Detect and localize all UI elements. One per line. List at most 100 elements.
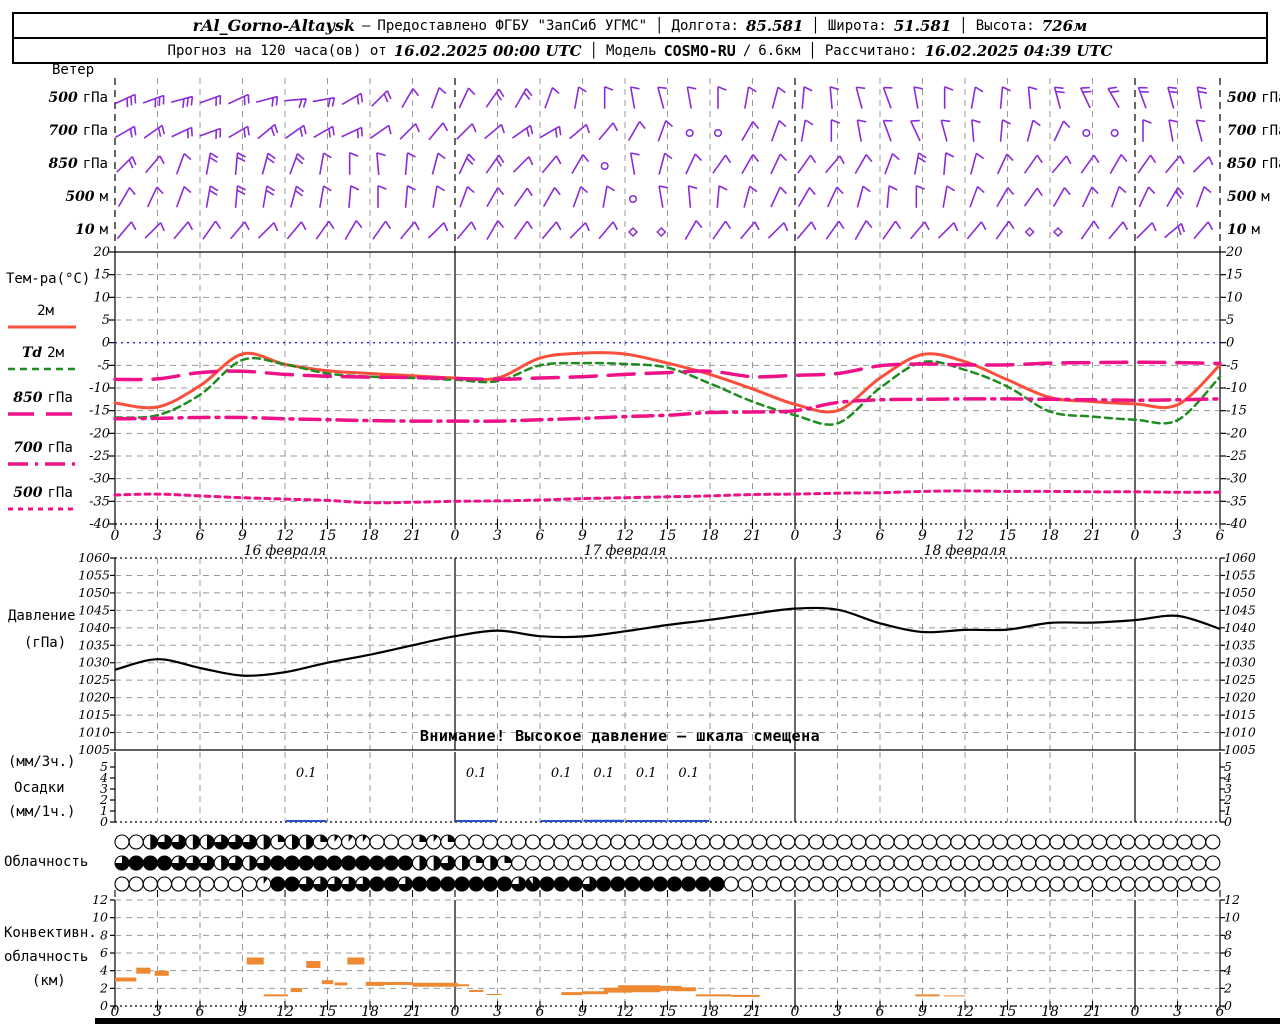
- cloud-symbol: [454, 876, 470, 892]
- cloud-symbol: [865, 876, 881, 892]
- cloud-symbol: [794, 876, 810, 892]
- svg-text:9: 9: [918, 528, 927, 544]
- cloud-symbol: [893, 834, 909, 850]
- cloud-symbol: [468, 876, 484, 892]
- calm-circle-icon: [1110, 128, 1119, 138]
- cloud-symbol: [1035, 834, 1051, 850]
- cloud-symbol: [1148, 834, 1164, 850]
- cloud-symbol: [426, 876, 442, 892]
- svg-text:1040: 1040: [78, 620, 110, 635]
- svg-text:-25: -25: [1226, 449, 1247, 464]
- dash-separator: —: [361, 17, 371, 34]
- svg-text:0: 0: [102, 336, 110, 351]
- svg-text:1060: 1060: [1224, 550, 1256, 565]
- svg-text:1050: 1050: [1224, 585, 1256, 600]
- wind-row-label-10m: 10 м: [28, 222, 108, 238]
- svg-text:1050: 1050: [78, 585, 110, 600]
- cloud-symbol: [737, 834, 753, 850]
- svg-text:1005: 1005: [1224, 742, 1256, 757]
- wind-row-unit: м: [99, 222, 108, 238]
- cloud-symbol: [709, 855, 725, 871]
- cloud-symbol: [1205, 855, 1221, 871]
- wind-row-level: 700: [1227, 123, 1257, 139]
- cloud-symbol: [567, 876, 583, 892]
- cloud-symbol: [185, 876, 201, 892]
- svg-text:1035: 1035: [1224, 637, 1256, 652]
- wind-row-label-500m: 500 м: [28, 189, 108, 205]
- calm-diamond-icon: [1024, 226, 1035, 238]
- cloud-symbol: [1176, 855, 1193, 871]
- svg-text:18: 18: [1041, 528, 1059, 544]
- cloud-symbol: [794, 834, 810, 850]
- cloud-symbol: [341, 855, 357, 871]
- cloud-symbol: [596, 855, 612, 871]
- svg-text:12: 12: [1224, 892, 1240, 907]
- calm-circle-icon: [713, 128, 723, 138]
- altitude-value: 726м: [1041, 16, 1088, 35]
- cloud-symbol: [921, 876, 938, 892]
- svg-text:20: 20: [92, 245, 110, 260]
- legend-unit: гПа: [47, 390, 73, 406]
- cloud-symbol: [950, 855, 966, 871]
- svg-text:3: 3: [833, 528, 842, 544]
- cloud-fraction: [476, 856, 484, 863]
- svg-text:-40: -40: [1226, 517, 1247, 532]
- cloud-symbol: [383, 876, 399, 892]
- cloud-fraction: [320, 835, 328, 842]
- cloud-symbol: [468, 834, 484, 850]
- calculated-label: Рассчитано:: [824, 42, 918, 59]
- cloud-symbol: [440, 876, 456, 892]
- svg-text:12: 12: [276, 528, 294, 544]
- wind-row-label-500m-right: 500 м: [1227, 189, 1270, 205]
- cloud-symbol: [1205, 834, 1221, 850]
- cloud-symbol: [794, 855, 810, 871]
- legend-unit: 2м: [47, 345, 65, 361]
- date-label: 17 февраля: [584, 543, 667, 559]
- convective-panel-title-2: облачность: [4, 949, 89, 965]
- svg-text:9: 9: [238, 528, 247, 544]
- cloud-symbol: [893, 876, 909, 892]
- cloud-symbol: [666, 876, 683, 892]
- wind-row-label-850hpa: 850 гПа: [28, 156, 108, 172]
- wind-row-level: 500: [1227, 90, 1257, 106]
- svg-text:1055: 1055: [1224, 567, 1256, 582]
- cloud-symbol: [411, 876, 428, 892]
- svg-text:-15: -15: [1226, 404, 1247, 419]
- cloud-symbol: [978, 876, 994, 892]
- svg-text:15: 15: [319, 528, 337, 544]
- cloud-symbol: [1205, 876, 1221, 892]
- cloud-symbol: [1148, 855, 1164, 871]
- svg-text:-10: -10: [89, 381, 110, 396]
- cloud-symbol: [1176, 834, 1193, 850]
- cloud-fraction: [504, 856, 512, 863]
- cloud-symbol: [1162, 855, 1178, 871]
- cloud-symbol: [567, 834, 583, 850]
- cloud-symbol: [610, 834, 626, 850]
- svg-text:-20: -20: [1226, 426, 1247, 441]
- cloud-symbol: [992, 855, 1008, 871]
- cloud-symbol: [638, 855, 654, 871]
- cloud-symbol: [142, 876, 158, 892]
- temperature-panel-title: Тем-ра(°C): [6, 271, 91, 287]
- cloud-fraction: [249, 856, 257, 871]
- cloud-symbol: [496, 876, 513, 892]
- cloud-symbol: [539, 876, 555, 892]
- cloud-symbol: [1077, 855, 1093, 871]
- cloud-symbol: [624, 834, 640, 850]
- svg-text:21: 21: [1083, 528, 1102, 544]
- cloud-symbol: [822, 876, 838, 892]
- cloud-symbol: [681, 876, 697, 892]
- svg-text:1025: 1025: [78, 672, 110, 687]
- cloud-symbol: [128, 855, 144, 871]
- calm-circle-icon: [600, 161, 609, 171]
- wind-row-unit: гПа: [1261, 156, 1280, 172]
- svg-text:6: 6: [1224, 945, 1232, 960]
- wind-row-label-500hpa-right: 500гПа: [1227, 90, 1280, 106]
- cloud-symbol: [496, 834, 513, 850]
- model-label: Модель: [606, 42, 657, 59]
- legend-t700: 700 гПа: [8, 440, 78, 456]
- separator-icon: │: [808, 42, 817, 59]
- svg-text:2: 2: [99, 980, 108, 995]
- cloud-symbol: [992, 876, 1008, 892]
- svg-text:4: 4: [1223, 963, 1232, 978]
